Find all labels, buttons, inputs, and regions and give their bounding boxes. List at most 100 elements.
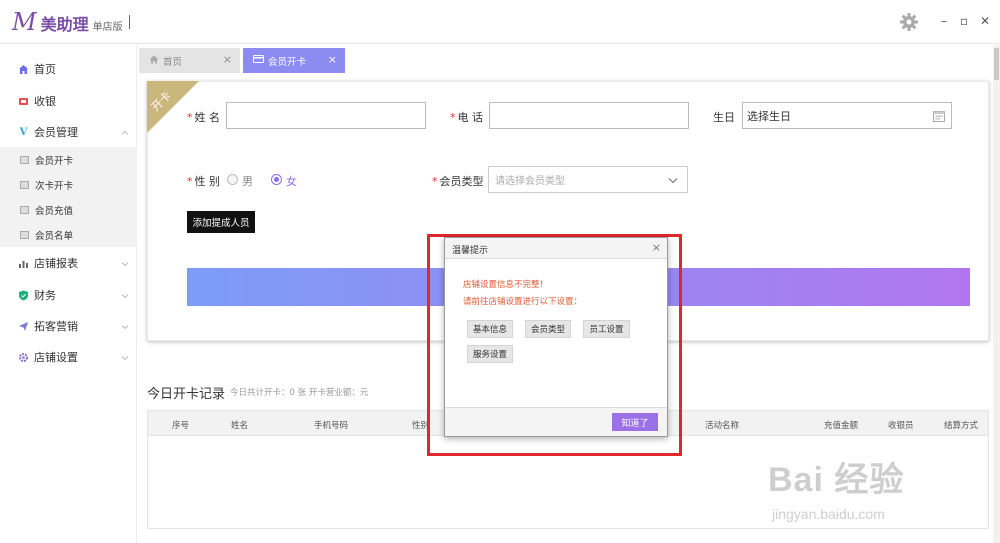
chevron-down-icon bbox=[121, 321, 129, 330]
column-header: 充值金额 bbox=[824, 421, 859, 431]
column-header: 活动名称 bbox=[705, 421, 740, 431]
sidebar-item-label: 店铺设置 bbox=[34, 351, 78, 364]
wallet-icon bbox=[20, 205, 29, 214]
submenu-item-label: 会员开卡 bbox=[35, 155, 74, 167]
submenu-item-label: 次卡开卡 bbox=[35, 180, 74, 192]
chip-staff-settings[interactable]: 员工设置 bbox=[583, 320, 630, 338]
column-header: 姓名 bbox=[231, 421, 249, 431]
submenu-item-member-list[interactable]: 会员名单 bbox=[0, 222, 137, 247]
chip-member-type[interactable]: 会员类型 bbox=[525, 320, 571, 338]
vertical-scrollbar[interactable] bbox=[993, 45, 1000, 543]
birthday-picker[interactable]: 选择生日 bbox=[742, 102, 952, 129]
gender-label: * 性 别 bbox=[187, 175, 220, 188]
tab-bar: 首页 × 会员开卡 × bbox=[137, 45, 1000, 73]
scrollbar-thumb[interactable] bbox=[994, 48, 999, 80]
home-icon bbox=[18, 64, 29, 75]
app-edition: 单店版 bbox=[92, 22, 123, 33]
sidebar-item-marketing[interactable]: 拓客营销 bbox=[0, 311, 137, 341]
name-input[interactable] bbox=[226, 102, 426, 129]
sidebar-item-label: 店铺报表 bbox=[34, 257, 78, 270]
baidu-watermark-url: jingyan.baidu.com bbox=[772, 506, 885, 522]
submenu-item-times-card[interactable]: 次卡开卡 bbox=[0, 172, 137, 197]
records-title: 今日开卡记录 bbox=[147, 387, 226, 402]
records-summary: 今日共计开卡：0 张 开卡营业额：元 bbox=[230, 388, 369, 398]
sidebar-item-label: 财务 bbox=[34, 289, 56, 302]
dialog-title: 温馨提示 bbox=[452, 246, 489, 256]
baidu-watermark: Bai 经验 bbox=[768, 461, 905, 499]
name-label: * 姓 名 bbox=[187, 111, 220, 124]
close-window-button[interactable]: ✕ bbox=[979, 14, 991, 28]
dialog-footer: 知道了 bbox=[445, 407, 667, 436]
form-ribbon: 开卡 bbox=[147, 81, 199, 133]
phone-label: * 电 话 bbox=[450, 111, 483, 124]
gender-female-radio[interactable] bbox=[271, 174, 282, 185]
sidebar-item-home[interactable]: 首页 bbox=[0, 54, 137, 84]
card-icon bbox=[253, 55, 264, 66]
dialog-header: 温馨提示 × bbox=[445, 238, 667, 259]
column-header: 收银员 bbox=[888, 421, 914, 431]
submenu-item-open-card[interactable]: 会员开卡 bbox=[0, 147, 137, 172]
app-logo: M 美助理 单店版 bbox=[12, 8, 130, 36]
send-icon bbox=[18, 321, 29, 332]
submenu-item-label: 会员充值 bbox=[35, 205, 74, 217]
sidebar-item-label: 拓客营销 bbox=[34, 320, 78, 333]
card-icon bbox=[20, 180, 29, 189]
list-icon bbox=[20, 155, 29, 164]
gear-icon bbox=[18, 352, 29, 363]
phone-input[interactable] bbox=[489, 102, 689, 129]
settings-gear-icon[interactable] bbox=[899, 12, 919, 32]
tab-member-open-card[interactable]: 会员开卡 × bbox=[243, 48, 345, 73]
column-header: 序号 bbox=[172, 421, 190, 431]
member-submenu: 会员开卡 次卡开卡 会员充值 会员名单 bbox=[0, 147, 137, 247]
gender-female-label[interactable]: 女 bbox=[286, 173, 297, 189]
app-name: 美助理 bbox=[40, 15, 89, 34]
maximize-button[interactable]: ▫ bbox=[958, 14, 970, 28]
sidebar-item-label: 收银 bbox=[34, 95, 56, 108]
sidebar-item-store-settings[interactable]: 店铺设置 bbox=[0, 342, 137, 372]
add-commission-staff-button[interactable]: 添加提成人员 bbox=[187, 211, 255, 233]
logo-mark: M bbox=[12, 8, 37, 36]
sidebar-item-store-reports[interactable]: 店铺报表 bbox=[0, 248, 137, 278]
gender-male-label[interactable]: 男 bbox=[242, 173, 253, 189]
tab-close-button[interactable]: × bbox=[223, 53, 232, 66]
shield-icon bbox=[18, 290, 29, 301]
sidebar: 首页 收银 V 会员管理 会员开卡 次卡开卡 会员充值 会员名单 店铺报表 财务… bbox=[0, 45, 137, 543]
tab-home[interactable]: 首页 × bbox=[139, 48, 240, 73]
sidebar-item-cashier[interactable]: 收银 bbox=[0, 86, 137, 116]
chevron-down-icon bbox=[121, 258, 129, 267]
chevron-down-icon bbox=[121, 290, 129, 299]
minimize-button[interactable]: – bbox=[938, 14, 950, 28]
list-icon bbox=[20, 230, 29, 239]
member-type-placeholder: 请选择会员类型 bbox=[495, 176, 565, 187]
submenu-item-recharge[interactable]: 会员充值 bbox=[0, 197, 137, 222]
chevron-down-icon bbox=[121, 352, 129, 361]
tab-label: 首页 bbox=[163, 56, 183, 68]
member-type-label: * 会员类型 bbox=[432, 175, 484, 188]
logo-divider bbox=[128, 15, 130, 29]
sidebar-item-member-management[interactable]: V 会员管理 bbox=[0, 117, 137, 147]
gender-male-radio[interactable] bbox=[227, 174, 238, 185]
chart-icon bbox=[18, 258, 29, 269]
title-bar: M 美助理 单店版 – ▫ ✕ bbox=[0, 0, 1000, 44]
home-icon bbox=[149, 55, 159, 67]
chip-service-settings[interactable]: 服务设置 bbox=[467, 345, 513, 363]
chip-basic-info[interactable]: 基本信息 bbox=[467, 320, 513, 338]
sidebar-item-label: 会员管理 bbox=[34, 126, 78, 139]
dialog-message: 店铺设置信息不完整！ bbox=[463, 280, 549, 290]
tab-label: 会员开卡 bbox=[268, 56, 307, 68]
tab-close-button[interactable]: × bbox=[328, 53, 337, 66]
dialog-ok-button[interactable]: 知道了 bbox=[612, 413, 658, 431]
dialog-close-button[interactable]: × bbox=[652, 241, 661, 254]
warning-dialog: 温馨提示 × 店铺设置信息不完整！ 请前往店铺设置进行以下设置： 基本信息 会员… bbox=[444, 237, 668, 437]
cashier-icon bbox=[18, 96, 29, 107]
submenu-item-label: 会员名单 bbox=[35, 230, 74, 242]
member-type-select[interactable]: 请选择会员类型 bbox=[488, 166, 688, 193]
birthday-value: 选择生日 bbox=[747, 109, 791, 123]
calendar-icon[interactable] bbox=[933, 110, 945, 125]
sidebar-item-label: 首页 bbox=[34, 63, 56, 76]
birthday-label: 生日 bbox=[713, 111, 735, 124]
chevron-down-icon bbox=[668, 176, 678, 187]
sidebar-item-finance[interactable]: 财务 bbox=[0, 280, 137, 310]
dialog-instruction: 请前往店铺设置进行以下设置： bbox=[463, 297, 583, 307]
column-header: 手机号码 bbox=[314, 421, 349, 431]
